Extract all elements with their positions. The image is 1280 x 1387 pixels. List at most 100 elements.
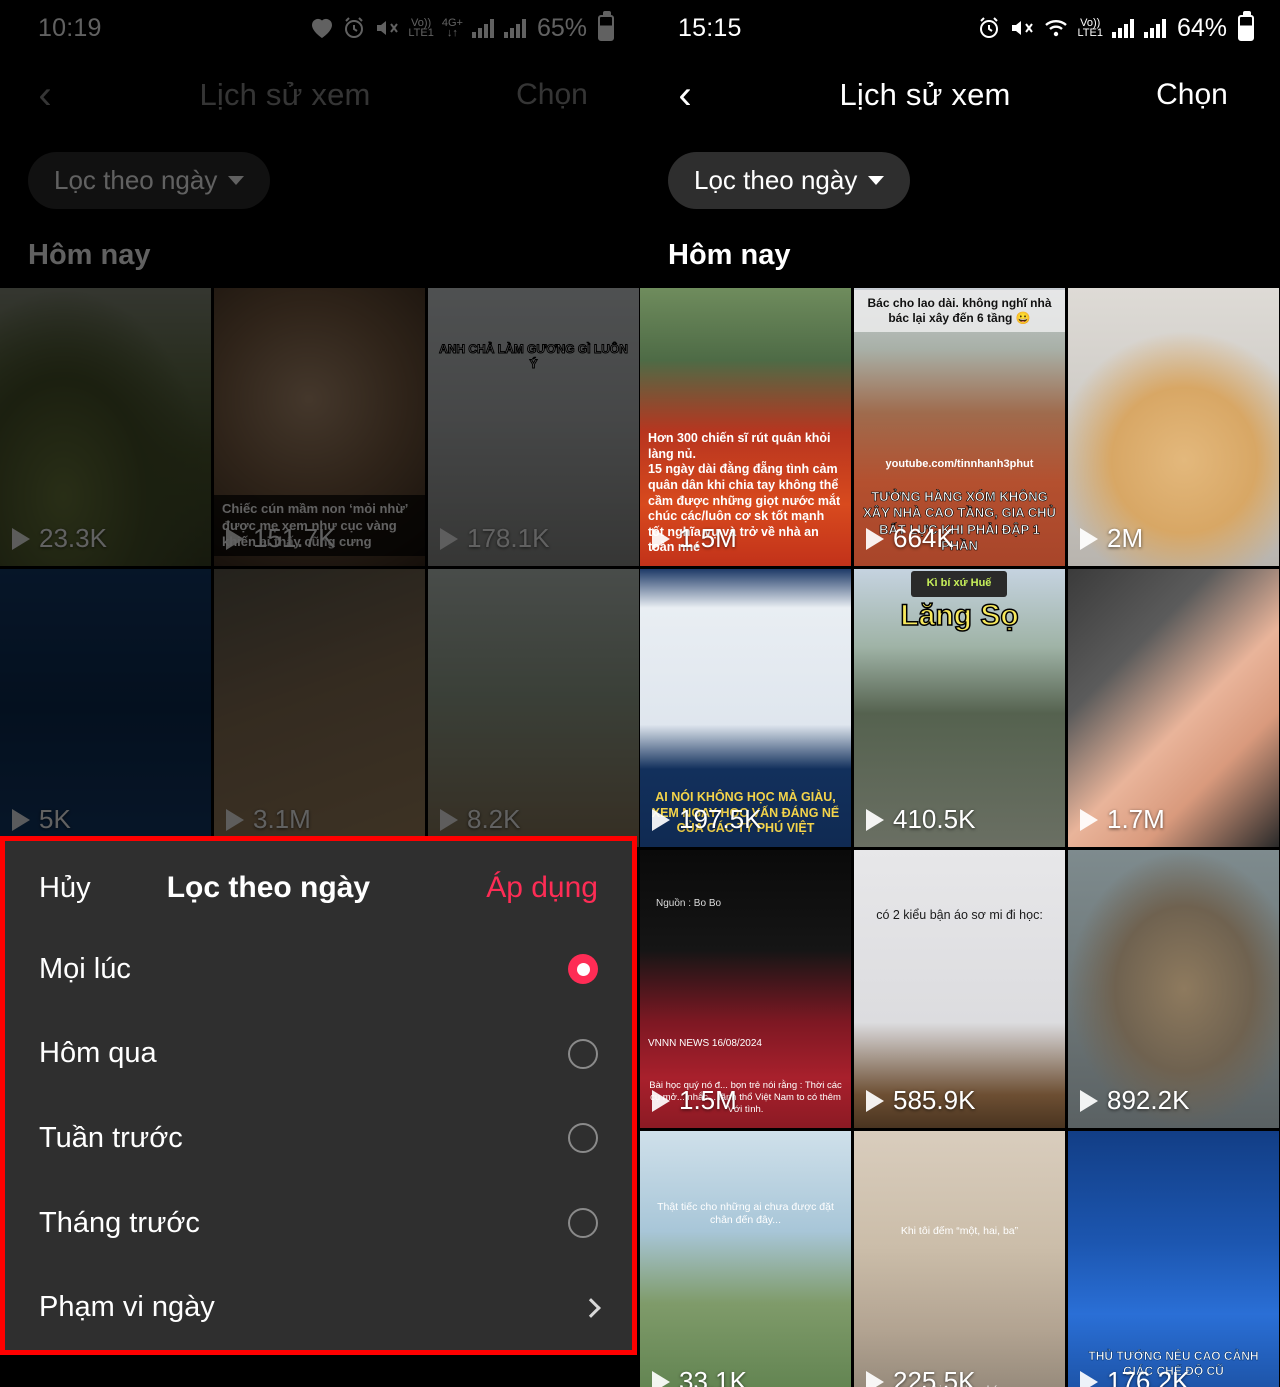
option-label: Mọi lúc [39,952,131,985]
chevron-down-icon [868,176,885,185]
video-cell[interactable]: 3.1M [214,569,425,847]
video-cell[interactable]: 892.2K [1068,850,1279,1128]
view-count: 178.1K [440,523,549,554]
play-icon [652,1089,670,1112]
chevron-down-icon [228,176,245,185]
option-label: Phạm vi ngày [39,1291,215,1324]
video-grid-right: Hơn 300 chiến sĩ rút quân khỏi làng nủ. … [640,288,1280,1387]
play-icon [12,527,30,550]
play-icon [866,527,884,550]
panel-left: 10:19 Vo)) LTE1 4G+ ↓↑ 65% ‹ Lịch sử xem C… [0,0,640,1387]
view-count: 33.1K [652,1366,747,1387]
option-last-week[interactable]: Tuần trước [5,1096,632,1181]
video-cell[interactable]: có 2 kiểu bận áo sơ mi đi học: 585.9K [854,850,1065,1128]
nav-bar-right: ‹ Lịch sử xem Chọn [640,56,1280,134]
volte-icon: Vo)) LTE1 [1077,17,1103,39]
panel-right: 15:15 Vo)) LTE1 64% ‹ Lịch sử xem Chọn Lọ… [640,0,1280,1387]
view-count: 585.9K [866,1085,975,1116]
apply-button[interactable]: Áp dụng [486,871,598,905]
video-cell[interactable]: 5K [0,569,211,847]
status-icons: Vo)) LTE1 4G+ ↓↑ 65% [310,11,614,43]
video-cell[interactable]: ANH CHẢ LÀM GƯƠNG GÌ LUÔN Ý 178.1K [428,288,639,566]
status-time: 15:15 [678,13,742,42]
back-button[interactable]: ‹ [640,73,730,118]
back-button[interactable]: ‹ [0,73,90,118]
battery-icon [598,11,614,41]
thumbnail-caption: có 2 kiểu bận áo sơ mi đi học: [876,908,1043,922]
video-cell[interactable]: Bác cho lao dài. không nghĩ nhà bác lại … [854,288,1065,566]
volte-icon: Vo)) LTE1 [408,17,434,39]
thumbnail-watermark: youtube.com/tinnhanh3phut [885,458,1034,471]
video-grid-left: 23.3K Chiếc cún mầm non ‘mỏi nhừ’ được m… [0,288,640,847]
sheet-body: Hủy Lọc theo ngày Áp dụng Mọi lúc Hôm qu… [5,841,632,1350]
status-bar-right: 15:15 Vo)) LTE1 64% [640,0,1280,56]
thumbnail-caption: ANH CHẢ LÀM GƯƠNG GÌ LUÔN Ý [439,342,629,372]
video-cell[interactable]: Chiếc cún mầm non ‘mỏi nhừ’ được mẹ xem … [214,288,425,566]
signal-2-icon [1143,19,1166,38]
video-cell[interactable]: 1.7M [1068,569,1279,847]
view-count: 2M [1080,523,1143,554]
play-icon [866,1370,884,1387]
chevron-right-icon [581,1297,601,1318]
play-icon [1080,1089,1098,1112]
mute-icon [1012,21,1034,35]
video-cell[interactable]: THỦ TƯỚNG NÊU CAO CẢNH GIÁC CHẾ ĐỘ CŨ 17… [1068,1131,1279,1387]
heart-icon [312,18,333,38]
thumbnail [640,1131,851,1387]
video-cell[interactable]: Thật tiếc cho những ai chưa được đặt châ… [640,1131,851,1387]
play-icon [12,808,30,831]
cancel-button[interactable]: Hủy [39,872,91,905]
radio-icon[interactable] [568,1208,598,1239]
filter-by-date-chip[interactable]: Lọc theo ngày [668,152,911,209]
filter-chip-label: Lọc theo ngày [54,165,218,195]
section-header-today: Hôm nay [668,239,791,271]
battery-icon [1238,11,1254,41]
video-cell[interactable]: AI NÓI KHÔNG HỌC MÀ GIÀU, XEM NGAY HỌC V… [640,569,851,847]
video-cell[interactable]: Nguồn : Bo Bo VNNN NEWS 16/08/2024 Bài h… [640,850,851,1128]
thumbnail-caption-top: Nguồn : Bo Bo [656,898,722,909]
sheet-header: Hủy Lọc theo ngày Áp dụng [5,841,632,927]
play-icon [866,808,884,831]
filter-by-date-chip[interactable]: Lọc theo ngày [28,152,271,209]
play-icon [440,527,458,550]
video-cell[interactable]: Khi tôi đếm “một, hai, ba” cười tươi lên… [854,1131,1065,1387]
option-all-time[interactable]: Mọi lúc [5,927,632,1012]
option-yesterday[interactable]: Hôm qua [5,1012,632,1097]
view-count: 664K [866,523,954,554]
alarm-icon [345,17,364,38]
view-count: 1.7M [1080,804,1165,835]
view-count: 410.5K [866,804,975,835]
option-label: Tuần trước [39,1121,183,1154]
video-cell[interactable]: 2M [1068,288,1279,566]
view-count: 892.2K [1080,1085,1189,1116]
play-icon [226,808,244,831]
thumbnail-watermark: VNNN NEWS 16/08/2024 [648,1037,762,1049]
play-icon [652,527,670,550]
video-cell[interactable]: 23.3K [0,288,211,566]
play-icon [1080,1370,1098,1387]
play-icon [1080,808,1098,831]
play-icon [652,808,670,831]
option-date-range[interactable]: Phạm vi ngày [5,1265,632,1350]
option-last-month[interactable]: Tháng trước [5,1181,632,1266]
view-count: 3.1M [226,804,311,835]
wifi-icon [1045,20,1068,37]
sheet-title: Lọc theo ngày [166,871,371,904]
view-count: 23.3K [12,523,107,554]
select-button[interactable]: Chọn [1120,78,1280,112]
radio-icon[interactable] [568,1038,598,1069]
alarm-icon [980,17,999,38]
video-cell[interactable]: Hơn 300 chiến sĩ rút quân khỏi làng nủ. … [640,288,851,566]
signal-1-icon [471,19,494,38]
video-cell[interactable]: 8.2K [428,569,639,847]
thumbnail-caption-top: Bác cho lao dài. không nghĩ nhà bác lại … [854,290,1065,332]
thumbnail-caption: Lăng Sọ [900,598,1020,632]
thumbnail [854,1131,1065,1387]
radio-icon[interactable] [568,1123,598,1154]
select-button[interactable]: Chọn [480,78,640,112]
option-label: Hôm qua [39,1037,157,1070]
radio-selected-icon[interactable] [568,954,598,985]
thumbnail-caption: Thật tiếc cho những ai chưa được đặt châ… [657,1201,834,1227]
page-title: Lịch sử xem [199,77,371,112]
video-cell[interactable]: Kì bí xứ Huế Lăng Sọ 410.5K [854,569,1065,847]
